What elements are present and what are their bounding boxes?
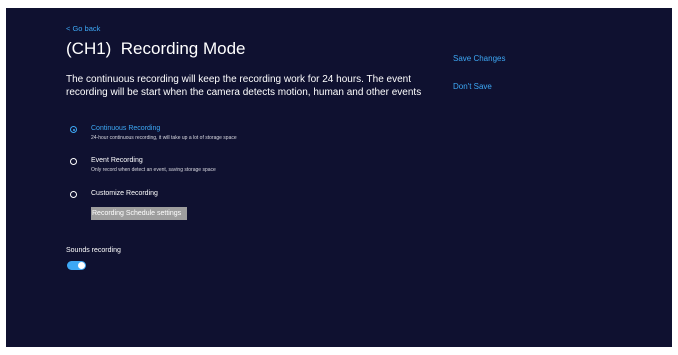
page-title: (CH1) Recording Mode xyxy=(66,39,246,58)
page-description: The continuous recording will keep the r… xyxy=(66,74,422,98)
option-label: Customize Recording xyxy=(91,190,158,197)
option-label: Continuous Recording xyxy=(91,125,161,132)
save-changes-button[interactable]: Save Changes xyxy=(453,54,505,63)
toggle-knob xyxy=(78,262,85,269)
recording-schedule-settings-button[interactable]: Recording Schedule settings xyxy=(91,207,187,220)
radio-unselected-icon[interactable] xyxy=(70,158,77,165)
option-label: Event Recording xyxy=(91,157,143,164)
sounds-recording-toggle[interactable] xyxy=(67,261,86,270)
radio-selected-icon[interactable] xyxy=(70,126,77,133)
radio-unselected-icon[interactable] xyxy=(70,191,77,198)
dont-save-button[interactable]: Don't Save xyxy=(453,82,492,91)
recording-mode-screen: < Go back (CH1) Recording Mode The conti… xyxy=(6,8,672,347)
option-description: 24-hour continuous recording, it will ta… xyxy=(91,135,237,141)
option-description: Only record when detect an event, saving… xyxy=(91,167,216,173)
sounds-recording-label: Sounds recording xyxy=(66,247,121,254)
go-back-link[interactable]: < Go back xyxy=(66,24,100,33)
